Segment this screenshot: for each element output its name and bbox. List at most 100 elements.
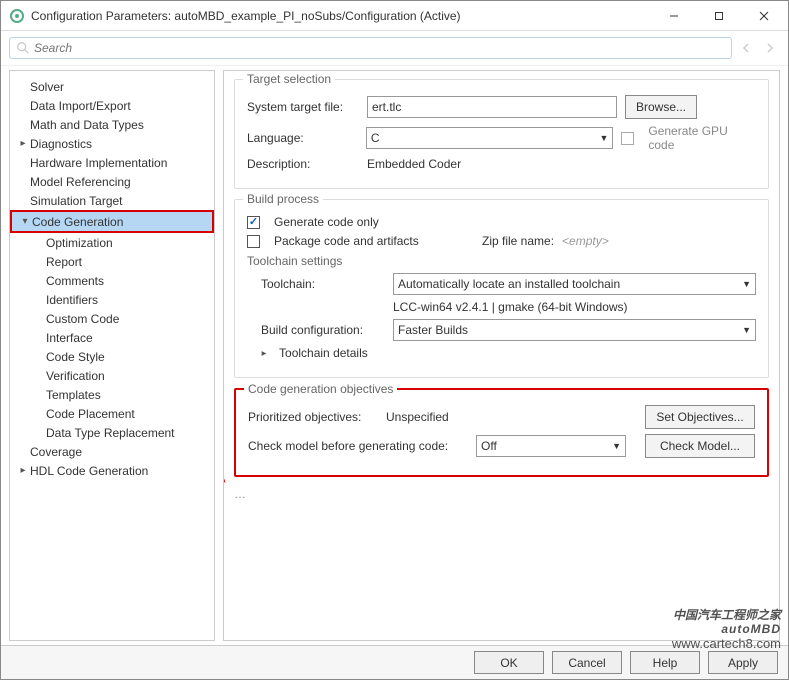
tree-item-model-referencing[interactable]: Model Referencing (10, 172, 214, 191)
tree-item-verification[interactable]: Verification (10, 366, 214, 385)
generate-code-only-label: Generate code only (274, 215, 379, 229)
check-model-value: Off (481, 439, 497, 453)
maximize-button[interactable] (696, 1, 741, 30)
objectives-legend: Code generation objectives (244, 382, 397, 396)
nav-forward-button[interactable] (760, 38, 780, 58)
main-panel: Target selection System target file: Bro… (223, 70, 780, 641)
tree-item-report[interactable]: Report (10, 252, 214, 271)
tree-item-math-and-data-types[interactable]: Math and Data Types (10, 115, 214, 134)
language-label: Language: (247, 131, 358, 145)
tree-item-label: Simulation Target (30, 194, 123, 208)
chevron-down-icon: ▼ (608, 441, 621, 451)
tree-arrow-icon: ▾ (18, 216, 32, 227)
tree-item-label: Custom Code (46, 312, 119, 326)
tree-item-label: Hardware Implementation (30, 156, 167, 170)
tree-item-data-import-export[interactable]: Data Import/Export (10, 96, 214, 115)
toolchain-details[interactable]: Toolchain details (279, 346, 368, 360)
disclosure-icon[interactable]: ▸ (262, 347, 267, 358)
set-objectives-button[interactable]: Set Objectives... (645, 405, 755, 429)
window-title: Configuration Parameters: autoMBD_exampl… (31, 9, 651, 23)
toolchain-settings-head: Toolchain settings (247, 254, 756, 268)
tree-item-hardware-implementation[interactable]: Hardware Implementation (10, 153, 214, 172)
build-process-group: Build process Generate code only Package… (234, 199, 769, 378)
search-row (1, 31, 788, 66)
check-model-button[interactable]: Check Model... (645, 434, 755, 458)
annotation-highlight: ▾Code Generation (10, 210, 214, 233)
build-config-label: Build configuration: (261, 323, 385, 337)
tree-item-label: Identifiers (46, 293, 98, 307)
tree-item-comments[interactable]: Comments (10, 271, 214, 290)
build-config-select[interactable]: Faster Builds ▼ (393, 319, 756, 341)
tree-item-simulation-target[interactable]: Simulation Target (10, 191, 214, 210)
chevron-down-icon: ▼ (738, 279, 751, 289)
tree-item-label: Code Style (46, 350, 105, 364)
stf-label: System target file: (247, 100, 359, 114)
tree-item-custom-code[interactable]: Custom Code (10, 309, 214, 328)
tree-item-code-generation[interactable]: ▾Code Generation (12, 212, 212, 231)
language-select[interactable]: C ▼ (366, 127, 614, 149)
stf-input[interactable] (367, 96, 617, 118)
tree-item-optimization[interactable]: Optimization (10, 233, 214, 252)
dialog-footer: OK Cancel Help Apply (1, 645, 788, 679)
tree-item-label: Data Import/Export (30, 99, 131, 113)
cancel-button[interactable]: Cancel (552, 651, 622, 674)
chevron-down-icon: ▼ (596, 133, 609, 143)
tree-item-interface[interactable]: Interface (10, 328, 214, 347)
tree-item-diagnostics[interactable]: ▸Diagnostics (10, 134, 214, 153)
check-model-label: Check model before generating code: (248, 439, 468, 453)
tree-item-label: Optimization (46, 236, 113, 250)
tree-item-identifiers[interactable]: Identifiers (10, 290, 214, 309)
package-code-checkbox[interactable] (247, 235, 260, 248)
toolchain-label: Toolchain: (261, 277, 385, 291)
tree-item-label: Report (46, 255, 82, 269)
minimize-button[interactable] (651, 1, 696, 30)
tree-item-label: Diagnostics (30, 137, 92, 151)
toolchain-value: Automatically locate an installed toolch… (398, 277, 620, 291)
target-selection-group: Target selection System target file: Bro… (234, 79, 769, 189)
tree-item-solver[interactable]: Solver (10, 77, 214, 96)
package-code-label: Package code and artifacts (274, 234, 474, 248)
tree-item-label: Verification (46, 369, 105, 383)
tree-item-hdl-code-generation[interactable]: ▸HDL Code Generation (10, 461, 214, 480)
prioritized-label: Prioritized objectives: (248, 410, 378, 424)
browse-button[interactable]: Browse... (625, 95, 697, 119)
generate-code-only-checkbox[interactable] (247, 216, 260, 229)
tree-item-label: Templates (46, 388, 101, 402)
search-input[interactable] (34, 41, 725, 55)
description-value: Embedded Coder (367, 157, 461, 171)
tree-item-label: Coverage (30, 445, 82, 459)
code-gen-objectives-group: Code generation objectives Prioritized o… (234, 388, 769, 477)
tree-item-label: Interface (46, 331, 93, 345)
app-icon (9, 8, 25, 24)
help-button[interactable]: Help (630, 651, 700, 674)
check-model-select[interactable]: Off ▼ (476, 435, 626, 457)
build-process-legend: Build process (243, 192, 323, 206)
tree-item-data-type-replacement[interactable]: Data Type Replacement (10, 423, 214, 442)
tree-item-code-placement[interactable]: Code Placement (10, 404, 214, 423)
category-tree[interactable]: Solver Data Import/Export Math and Data Ty… (9, 70, 215, 641)
toolchain-select[interactable]: Automatically locate an installed toolch… (393, 273, 756, 295)
tree-item-coverage[interactable]: Coverage (10, 442, 214, 461)
tree-arrow-icon: ▸ (16, 465, 30, 476)
gpu-checkbox[interactable] (621, 132, 634, 145)
tree-item-label: Math and Data Types (30, 118, 144, 132)
tree-item-templates[interactable]: Templates (10, 385, 214, 404)
tree-item-label: Code Placement (46, 407, 135, 421)
nav-back-button[interactable] (736, 38, 756, 58)
ok-button[interactable]: OK (474, 651, 544, 674)
chevron-down-icon: ▼ (738, 325, 751, 335)
gpu-label: Generate GPU code (648, 124, 756, 152)
description-label: Description: (247, 157, 359, 171)
titlebar: Configuration Parameters: autoMBD_exampl… (1, 1, 788, 31)
tree-item-label: Code Generation (32, 215, 123, 229)
body: Solver Data Import/Export Math and Data Ty… (1, 66, 788, 645)
close-button[interactable] (741, 1, 786, 30)
window-controls (651, 1, 786, 30)
apply-button[interactable]: Apply (708, 651, 778, 674)
tree-item-label: Comments (46, 274, 104, 288)
prioritized-value: Unspecified (386, 410, 637, 424)
tree-item-label: HDL Code Generation (30, 464, 148, 478)
tree-item-code-style[interactable]: Code Style (10, 347, 214, 366)
zip-value: <empty> (562, 234, 609, 248)
search-box[interactable] (9, 37, 732, 59)
